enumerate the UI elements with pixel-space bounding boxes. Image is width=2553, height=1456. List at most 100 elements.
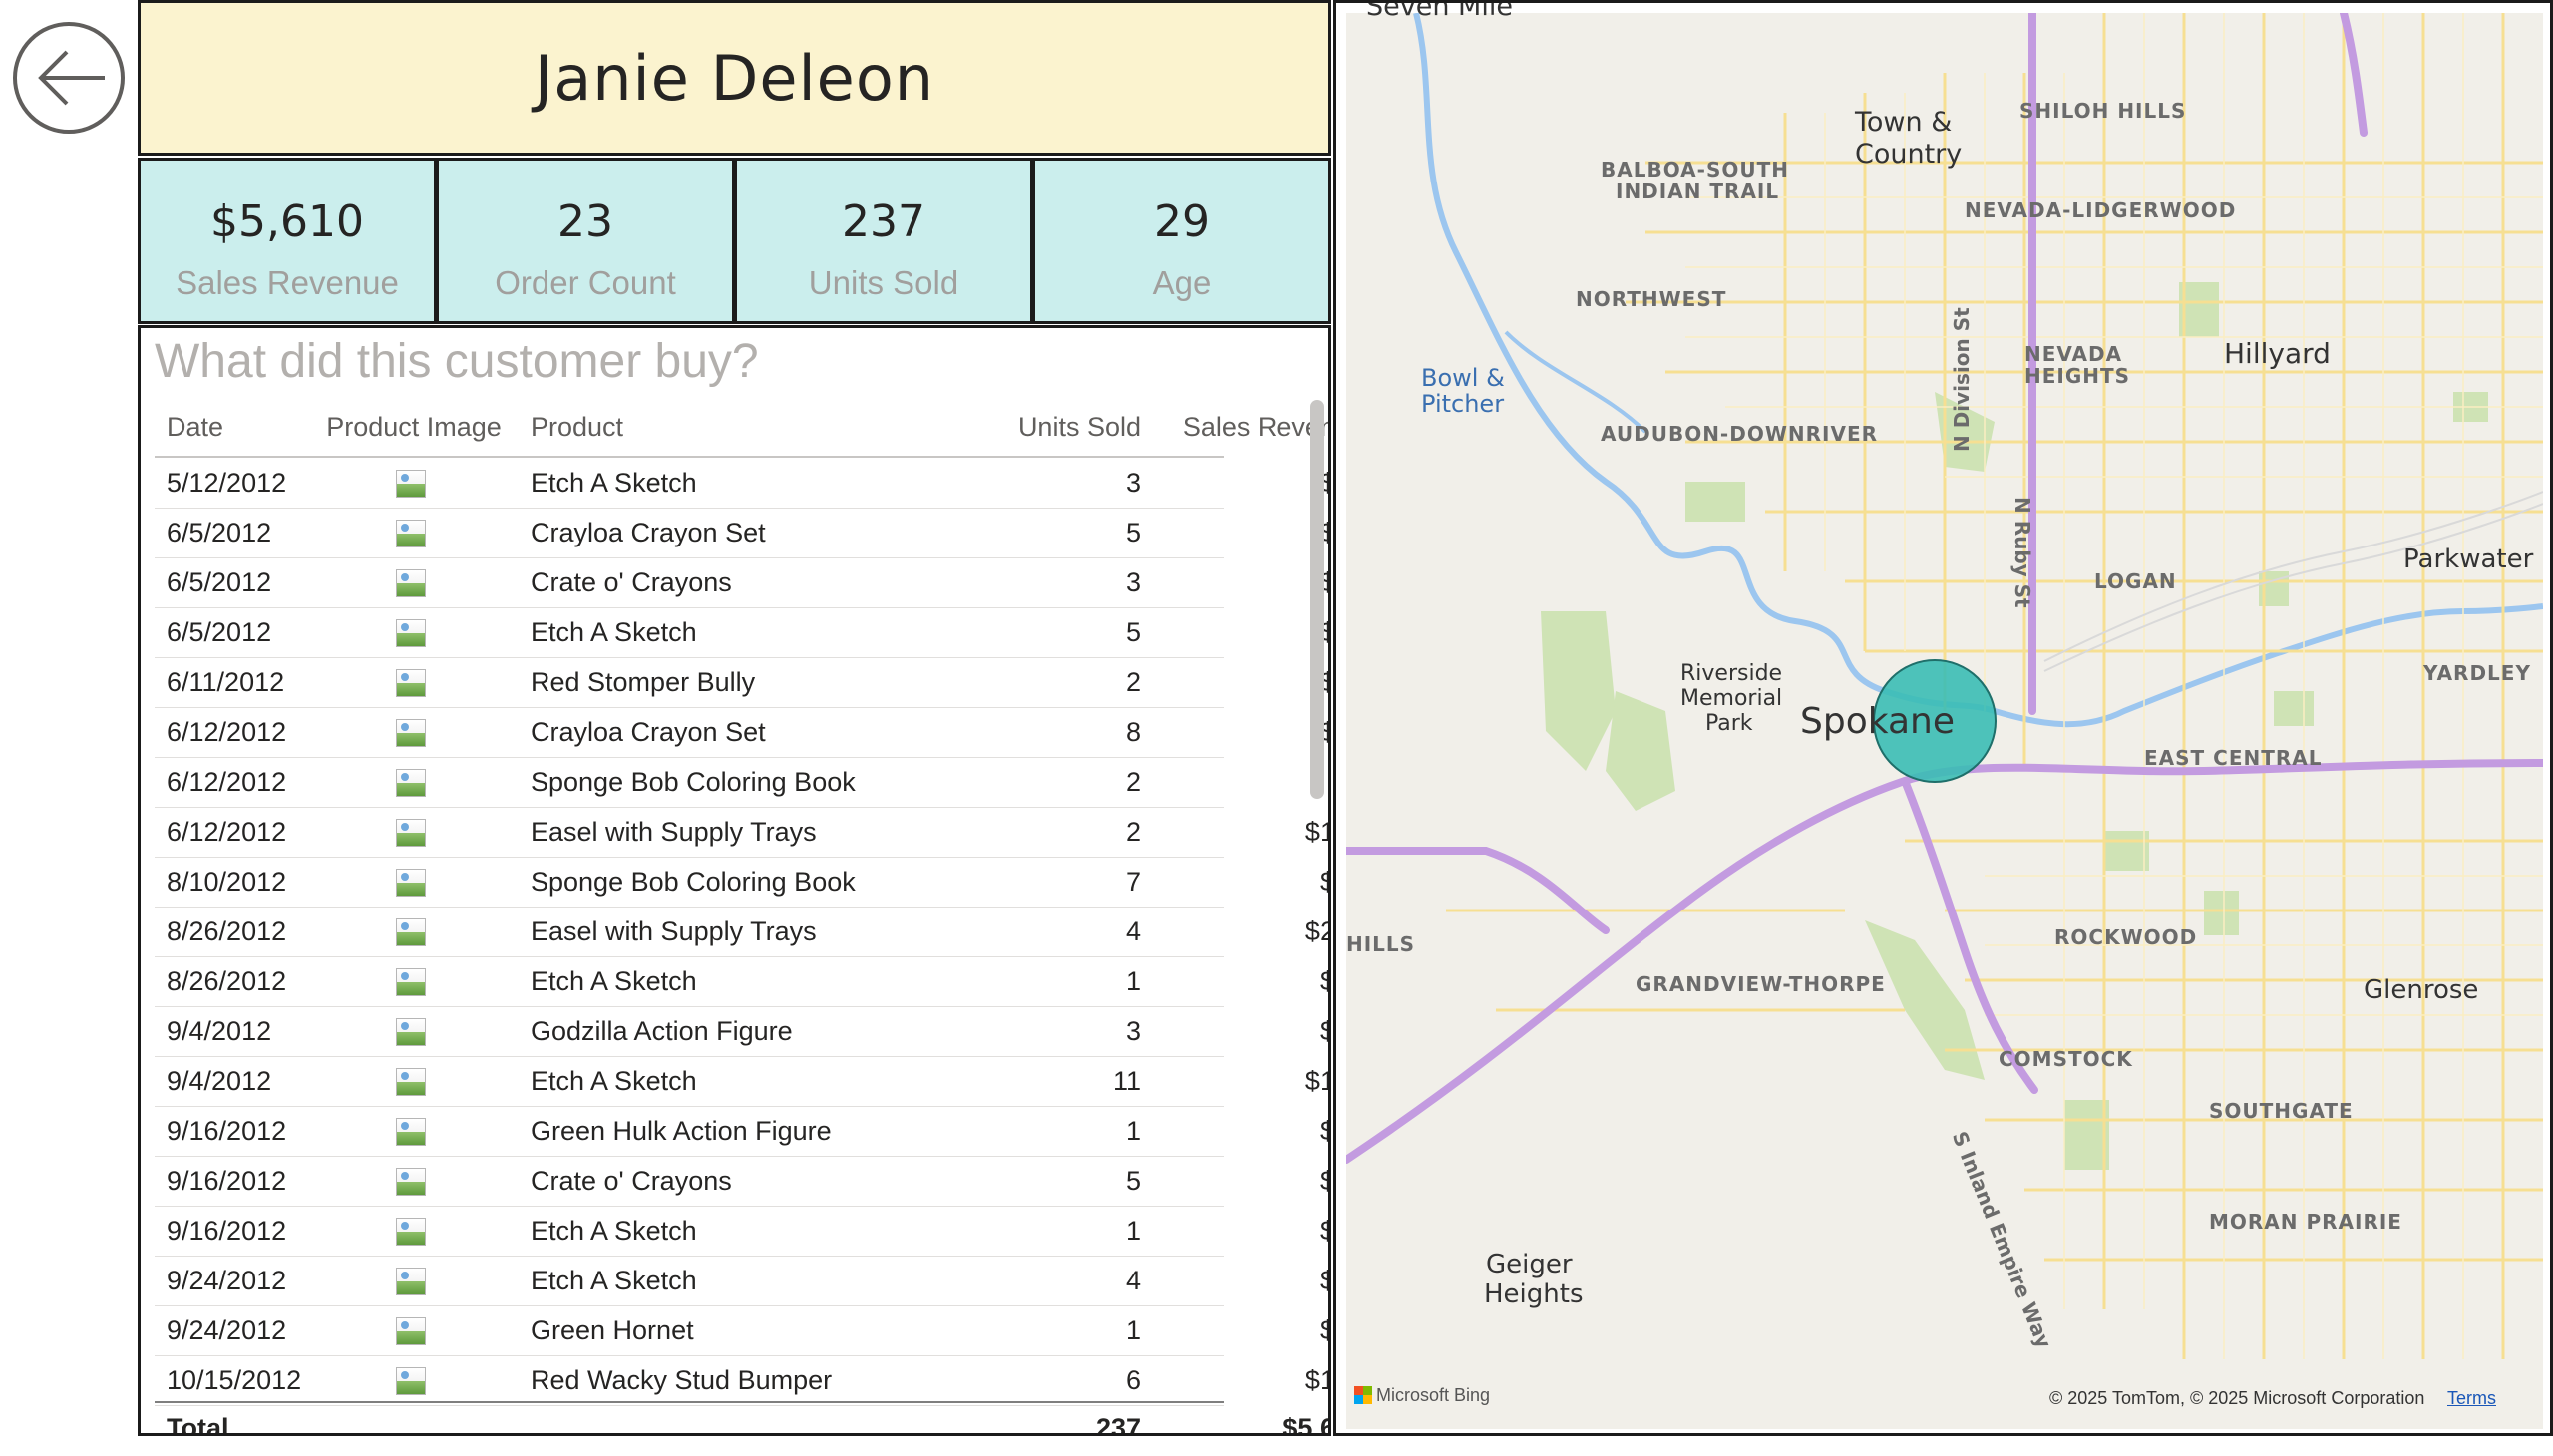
table-header-row: Date Product Image Product Units Sold Sa…	[155, 398, 1328, 458]
cell-product: Sponge Bob Coloring Book	[531, 767, 856, 797]
table-row[interactable]: 5/12/2012 Etch A Sketch 3 $39	[155, 458, 1328, 509]
kpi-age: 29 Age	[1032, 158, 1331, 324]
product-image-placeholder-icon	[396, 1367, 426, 1395]
product-image-placeholder-icon	[396, 669, 426, 697]
cell-date: 6/5/2012	[167, 617, 272, 647]
table-row[interactable]: 9/4/2012 Godzilla Action Figure 3 $60	[155, 1006, 1328, 1057]
table-row[interactable]: 9/16/2012 Green Hulk Action Figure 1 $10	[155, 1106, 1328, 1157]
cell-date: 5/12/2012	[167, 468, 287, 498]
kpi-order-count: 23 Order Count	[436, 158, 735, 324]
map-label: SHILOH HILLS	[2019, 99, 2187, 123]
cell-units-sold: 1	[1125, 966, 1141, 996]
product-image-placeholder-icon	[396, 569, 426, 597]
cell-units-sold: 1	[1125, 1116, 1141, 1146]
product-image-placeholder-icon	[396, 819, 426, 847]
cell-date: 8/26/2012	[167, 966, 287, 996]
table-total-row: Total 237 $5,610	[155, 1401, 1328, 1436]
cell-sales-revenue: $60	[1152, 1006, 1328, 1056]
table-row[interactable]: 8/26/2012 Easel with Supply Trays 4 $200	[155, 907, 1328, 957]
kpi-value: $5,610	[210, 196, 364, 247]
product-image-placeholder-icon	[396, 1268, 426, 1295]
map-label: Hillyard	[2224, 337, 2331, 370]
table-row[interactable]: 9/24/2012 Etch A Sketch 4 $52	[155, 1256, 1328, 1306]
map-visual[interactable]: Seven Mile Town & Country SHILOH HILLS B…	[1333, 0, 2553, 1436]
product-image-placeholder-icon	[396, 619, 426, 647]
table-row[interactable]: 6/12/2012 Easel with Supply Trays 2 $100	[155, 807, 1328, 858]
cell-product: Green Hulk Action Figure	[531, 1116, 832, 1146]
table-row[interactable]: 10/15/2012 Red Wacky Stud Bumper 6 $150	[155, 1355, 1328, 1406]
cell-units-sold: 5	[1125, 518, 1141, 547]
map-label: MORAN PRAIRIE	[2209, 1210, 2402, 1234]
cell-units-sold: 11	[1112, 1066, 1141, 1096]
cell-units-sold: 4	[1125, 916, 1141, 946]
map-copyright: © 2025 TomTom, © 2025 Microsoft Corporat…	[2049, 1388, 2425, 1408]
table-scrollbar[interactable]	[1310, 400, 1324, 799]
cell-sales-revenue: $65	[1152, 607, 1328, 657]
product-image-placeholder-icon	[396, 1018, 426, 1046]
cell-date: 9/16/2012	[167, 1216, 287, 1246]
kpi-sales-revenue: $5,610 Sales Revenue	[138, 158, 437, 324]
column-header-units-sold[interactable]: Units Sold	[893, 398, 1141, 456]
cell-sales-revenue: $52	[1152, 1256, 1328, 1305]
map-label: EAST CENTRAL	[2144, 746, 2323, 770]
cell-sales-revenue: $75	[1152, 1156, 1328, 1206]
table-row[interactable]: 8/26/2012 Etch A Sketch 1 $13	[155, 956, 1328, 1007]
map-label: AUDUBON-DOWNRIVER	[1601, 422, 1879, 446]
cell-sales-revenue: $6	[1152, 757, 1328, 807]
map-label: GRANDVIEW-THORPE	[1636, 972, 1886, 996]
table-row[interactable]: 9/16/2012 Etch A Sketch 1 $13	[155, 1206, 1328, 1257]
cell-date: 8/10/2012	[167, 867, 287, 897]
terms-link[interactable]: Terms	[2447, 1388, 2496, 1409]
kpi-value: 237	[842, 196, 925, 247]
cell-sales-revenue: $39	[1152, 458, 1328, 508]
cell-units-sold: 3	[1125, 1016, 1141, 1046]
bing-attribution: Microsoft Bing	[1354, 1385, 1490, 1406]
map-label: Bowl &	[1421, 364, 1505, 392]
cell-product: Godzilla Action Figure	[531, 1016, 793, 1046]
kpi-units-sold: 237 Units Sold	[734, 158, 1033, 324]
table-row[interactable]: 9/24/2012 Green Hornet 1 $25	[155, 1305, 1328, 1356]
table-row[interactable]: 6/5/2012 Etch A Sketch 5 $65	[155, 607, 1328, 658]
cell-units-sold: 2	[1125, 817, 1141, 847]
map-label: Town &	[1855, 107, 1953, 138]
table-row[interactable]: 9/4/2012 Etch A Sketch 11 $142	[155, 1056, 1328, 1107]
table-row[interactable]: 6/11/2012 Red Stomper Bully 2 $60	[155, 657, 1328, 708]
cell-sales-revenue: $10	[1152, 1106, 1328, 1156]
cell-sales-revenue: $13	[1152, 1206, 1328, 1256]
product-image-placeholder-icon	[396, 869, 426, 897]
cell-sales-revenue: $21	[1152, 857, 1328, 907]
column-header-sales-revenue[interactable]: Sales Revenue	[1152, 398, 1328, 456]
table-row[interactable]: 6/5/2012 Crayloa Crayon Set 5 $12	[155, 508, 1328, 558]
map-label: NEVADA	[2024, 342, 2123, 366]
cell-units-sold: 6	[1125, 1365, 1141, 1395]
table-row[interactable]: 8/10/2012 Sponge Bob Coloring Book 7 $21	[155, 857, 1328, 908]
cell-date: 9/24/2012	[167, 1315, 287, 1345]
column-header-product-image[interactable]: Product Image	[314, 398, 514, 456]
table-row[interactable]: 6/12/2012Sponge Bob Coloring Book2$6	[155, 757, 1224, 808]
cell-date: 9/4/2012	[167, 1016, 272, 1046]
table-row[interactable]: 6/12/2012 Crayloa Crayon Set 8 $20	[155, 707, 1328, 758]
map-label: ROCKWOOD	[2054, 925, 2198, 949]
cell-product: Crayloa Crayon Set	[531, 518, 766, 547]
map-label: Riverside	[1680, 661, 1783, 686]
back-button[interactable]	[13, 22, 125, 134]
map-label: Parkwater	[2403, 545, 2534, 574]
map-label: NORTHWEST	[1576, 287, 1727, 311]
bing-label: Microsoft Bing	[1376, 1385, 1491, 1405]
column-header-date[interactable]: Date	[167, 398, 223, 456]
map-label: INDIAN TRAIL	[1616, 180, 1780, 203]
cell-product: Crayloa Crayon Set	[531, 717, 766, 747]
total-label: Total	[167, 1413, 229, 1436]
column-header-product[interactable]: Product	[531, 398, 623, 456]
cell-product: Red Stomper Bully	[531, 667, 756, 697]
cell-product: Crate o' Crayons	[531, 567, 732, 597]
product-image-placeholder-icon	[396, 769, 426, 797]
cell-product: Red Wacky Stud Bumper	[531, 1365, 833, 1395]
table-row[interactable]: 6/5/2012 Crate o' Crayons 3 $45	[155, 557, 1328, 608]
product-image-placeholder-icon	[396, 470, 426, 498]
map-label: COMSTOCK	[1999, 1047, 2133, 1071]
customer-name: Janie Deleon	[534, 41, 935, 115]
microsoft-logo-icon	[1354, 1386, 1372, 1404]
map-label: Spokane	[1800, 701, 1955, 742]
table-row[interactable]: 9/16/2012 Crate o' Crayons 5 $75	[155, 1156, 1328, 1207]
